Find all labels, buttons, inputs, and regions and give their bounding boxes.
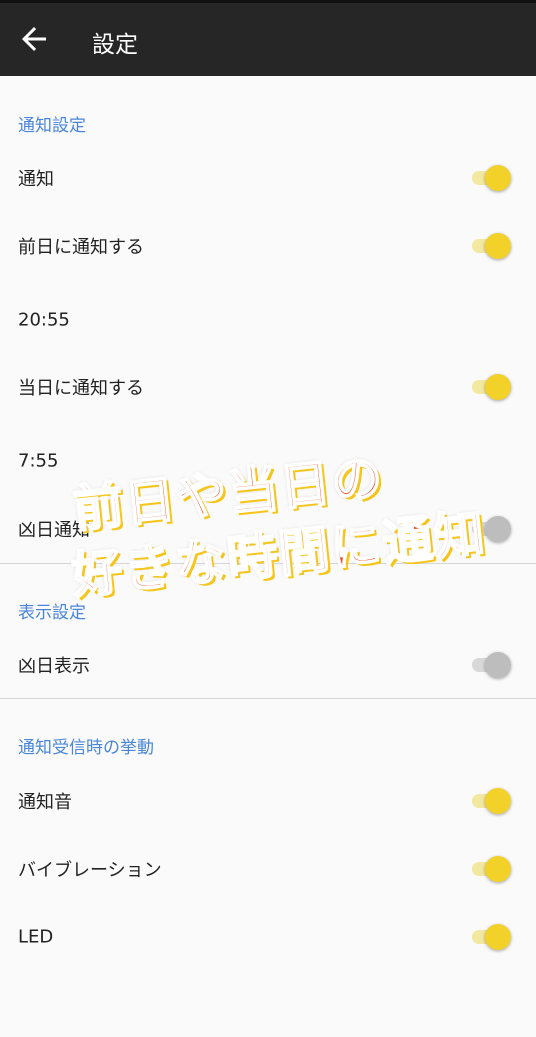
setting-prev-day-time[interactable]: 20:55 xyxy=(0,286,536,354)
setting-label: 通知 xyxy=(18,169,54,190)
sound-toggle[interactable] xyxy=(470,787,511,815)
setting-label: 前日に通知する xyxy=(18,237,144,258)
section-header-behavior: 通知受信時の挙動 xyxy=(18,738,154,758)
setting-label: LED xyxy=(18,926,54,948)
setting-label: バイブレーション xyxy=(18,860,162,881)
setting-bad-day-notify[interactable]: 凶日通知 xyxy=(0,495,536,563)
setting-prev-day[interactable]: 前日に通知する xyxy=(0,212,536,280)
setting-same-day-time[interactable]: 7:55 xyxy=(0,427,536,495)
page-title: 設定 xyxy=(92,32,138,58)
bad-day-notify-toggle[interactable] xyxy=(470,515,511,543)
same-day-toggle[interactable] xyxy=(470,373,511,401)
arrow-left-icon xyxy=(22,27,46,51)
setting-sound[interactable]: 通知音 xyxy=(0,767,536,835)
setting-notify[interactable]: 通知 xyxy=(0,144,536,212)
vibration-toggle[interactable] xyxy=(470,855,511,883)
setting-vibration[interactable]: バイブレーション xyxy=(0,835,536,903)
setting-label: 凶日表示 xyxy=(18,656,90,677)
back-button[interactable] xyxy=(16,21,52,57)
setting-led[interactable]: LED xyxy=(0,903,536,971)
section-header-notification: 通知設定 xyxy=(18,116,86,136)
prev-day-toggle[interactable] xyxy=(470,232,511,260)
setting-same-day[interactable]: 当日に通知する xyxy=(0,353,536,421)
setting-label: 通知音 xyxy=(18,792,72,813)
setting-label: 当日に通知する xyxy=(18,378,144,399)
setting-bad-day-display[interactable]: 凶日表示 xyxy=(0,631,536,699)
app-bar: 設定 xyxy=(0,0,536,76)
time-value: 7:55 xyxy=(18,450,59,472)
bad-day-display-toggle[interactable] xyxy=(470,651,511,679)
time-value: 20:55 xyxy=(18,309,70,331)
section-header-display: 表示設定 xyxy=(18,603,86,623)
setting-label: 凶日通知 xyxy=(18,520,90,541)
divider xyxy=(0,698,536,699)
divider xyxy=(0,563,536,564)
notify-toggle[interactable] xyxy=(470,164,511,192)
led-toggle[interactable] xyxy=(470,923,511,951)
